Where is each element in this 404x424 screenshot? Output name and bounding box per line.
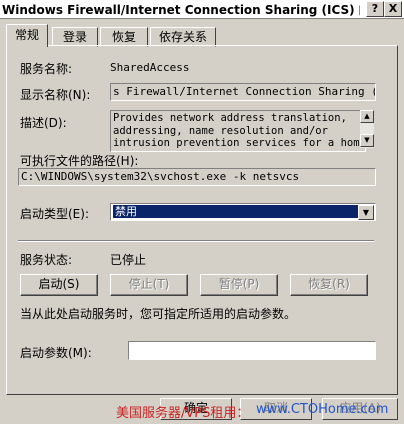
tab-recovery[interactable]: 恢复 [100, 27, 148, 47]
start-params-input[interactable] [128, 341, 376, 360]
service-name-value: SharedAccess [110, 61, 190, 74]
window-title: Windows Firewall/Internet Connection Sha… [2, 3, 360, 17]
status-label: 服务状态: [20, 253, 73, 267]
status-value: 已停止 [110, 253, 147, 267]
exe-path-label: 可执行文件的路径(H): [20, 154, 139, 168]
watermark-left: 美国服务器/VPS租用： [116, 406, 250, 421]
scroll-up-icon[interactable]: ▲ [360, 110, 374, 123]
title-bar[interactable]: Windows Firewall/Internet Connection Sha… [0, 0, 404, 19]
tab-dependencies[interactable]: 依存关系 [150, 27, 216, 47]
separator [18, 240, 374, 242]
resume-button[interactable]: 恢复(R) [290, 274, 368, 296]
pause-button[interactable]: 暂停(P) [200, 274, 278, 296]
description-field[interactable]: Provides network address translation, ad… [110, 110, 366, 152]
close-button[interactable]: X [384, 1, 402, 17]
service-name-label: 服务名称: [20, 62, 73, 76]
scroll-down-icon[interactable]: ▼ [360, 134, 374, 147]
description-scrollbar[interactable]: ▲ ▼ [360, 110, 374, 148]
display-name-label: 显示名称(N): [20, 88, 91, 102]
startup-type-label: 启动类型(E): [20, 207, 89, 221]
start-button[interactable]: 启动(S) [20, 274, 98, 296]
tab-logon[interactable]: 登录 [52, 27, 98, 47]
hint-text: 当从此处启动服务时，您可指定所适用的启动参数。 [20, 307, 297, 321]
chevron-down-icon[interactable]: ▼ [358, 205, 374, 220]
startup-type-select[interactable]: 禁用 ▼ [110, 203, 376, 221]
tab-general[interactable]: 常规 [6, 24, 48, 47]
help-button[interactable]: ? [366, 1, 384, 17]
exe-path-field[interactable]: C:\WINDOWS\system32\svchost.exe -k netsv… [18, 168, 376, 186]
display-name-field[interactable]: s Firewall/Internet Connection Sharing (… [110, 83, 376, 101]
watermark-right: www.CTOHome.com [256, 402, 389, 417]
start-params-label: 启动参数(M): [20, 346, 92, 360]
description-label: 描述(D): [20, 116, 67, 130]
stop-button[interactable]: 停止(T) [110, 274, 188, 296]
startup-type-value: 禁用 [113, 205, 358, 218]
